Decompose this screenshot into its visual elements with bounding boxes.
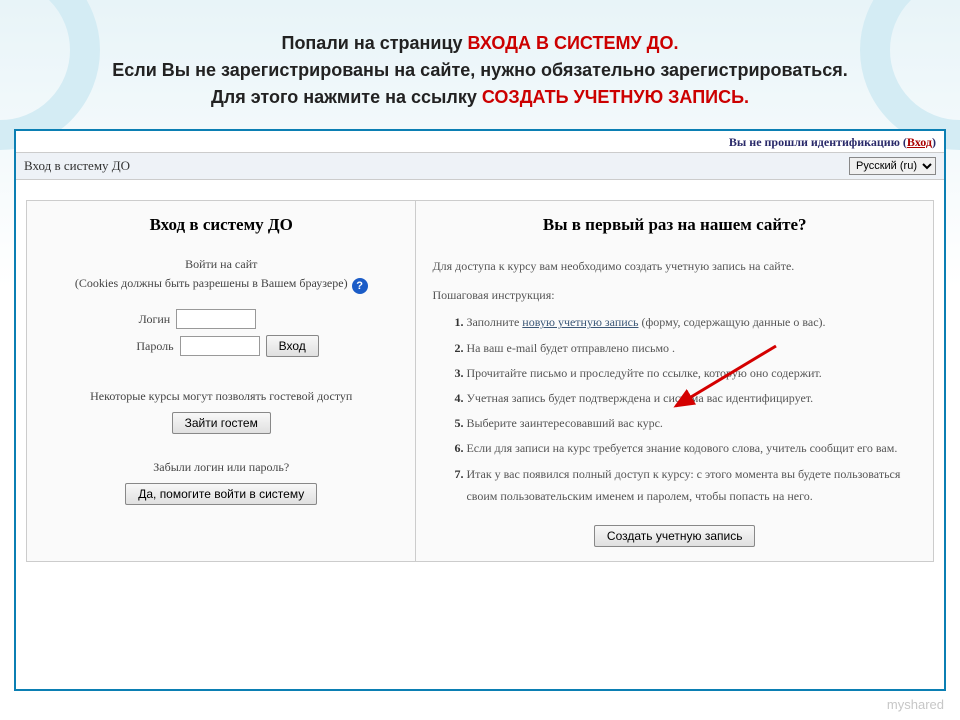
step-1: Заполните новую учетную запись (форму, с… [466, 311, 917, 333]
heading-line2: Если Вы не зарегистрированы на сайте, ну… [112, 60, 847, 80]
breadcrumb-bar: Вход в систему ДО Русский (ru) [16, 152, 944, 180]
signup-panel: Вы в первый раз на нашем сайте? Для дост… [416, 200, 934, 562]
steps-header: Пошаговая инструкция: [432, 286, 917, 305]
cookies-note: (Cookies должны быть разрешены в Вашем б… [75, 276, 348, 291]
step-7: Итак у вас появился полный доступ к курс… [466, 463, 917, 507]
language-select[interactable]: Русский (ru) [849, 157, 936, 175]
login-input[interactable] [176, 309, 256, 329]
steps-list: Заполните новую учетную запись (форму, с… [432, 311, 917, 507]
heading-line3-red: СОЗДАТЬ УЧЕТНУЮ ЗАПИСЬ. [482, 87, 749, 107]
login-submit-button[interactable]: Вход [266, 335, 319, 357]
forgot-note: Забыли логин или пароль? [43, 460, 399, 475]
watermark: myshared [887, 697, 944, 712]
login-label: Логин [120, 312, 170, 327]
auth-status-strip: Вы не прошли идентификацию (Вход) [16, 131, 944, 152]
breadcrumb: Вход в систему ДО [24, 158, 130, 174]
step-4: Учетная запись будет подтверждена и сист… [466, 387, 917, 409]
login-body: Вход в систему ДО Войти на сайт (Cookies… [16, 180, 944, 562]
new-account-link[interactable]: новую учетную запись [522, 315, 638, 329]
enter-site-label: Войти на сайт [43, 257, 399, 272]
password-row: Пароль Вход [43, 335, 399, 357]
signup-panel-title: Вы в первый раз на нашем сайте? [432, 215, 917, 235]
forgot-help-button[interactable]: Да, помогите войти в систему [125, 483, 317, 505]
heading-line3-plain: Для этого нажмите на ссылку [211, 87, 482, 107]
help-icon[interactable]: ? [352, 278, 368, 294]
signup-intro: Для доступа к курсу вам необходимо созда… [432, 257, 917, 276]
cookies-row: (Cookies должны быть разрешены в Вашем б… [43, 276, 399, 295]
password-label: Пароль [124, 339, 174, 354]
guest-note: Некоторые курсы могут позволять гостевой… [43, 389, 399, 404]
step-3: Прочитайте письмо и проследуйте по ссылк… [466, 362, 917, 384]
login-row: Логин [43, 309, 399, 329]
step-2: На ваш e-mail будет отправлено письмо . [466, 337, 917, 359]
create-account-button[interactable]: Создать учетную запись [594, 525, 756, 547]
password-input[interactable] [180, 336, 260, 356]
step-6: Если для записи на курс требуется знание… [466, 437, 917, 459]
login-panel-title: Вход в систему ДО [43, 215, 399, 235]
guest-login-button[interactable]: Зайти гостем [172, 412, 271, 434]
embedded-screenshot: Вы не прошли идентификацию (Вход) Вход в… [14, 129, 946, 691]
heading-line1-red: ВХОДА В СИСТЕМУ ДО. [468, 33, 679, 53]
step-5: Выберите заинтересовавший вас курс. [466, 412, 917, 434]
auth-text-prefix: Вы не прошли идентификацию ( [729, 135, 907, 149]
auth-text-suffix: ) [932, 135, 936, 149]
login-link[interactable]: Вход [907, 135, 932, 149]
login-panel: Вход в систему ДО Войти на сайт (Cookies… [26, 200, 416, 562]
heading-line1-plain: Попали на страницу [282, 33, 468, 53]
slide-heading: Попали на страницу ВХОДА В СИСТЕМУ ДО. Е… [0, 0, 960, 129]
